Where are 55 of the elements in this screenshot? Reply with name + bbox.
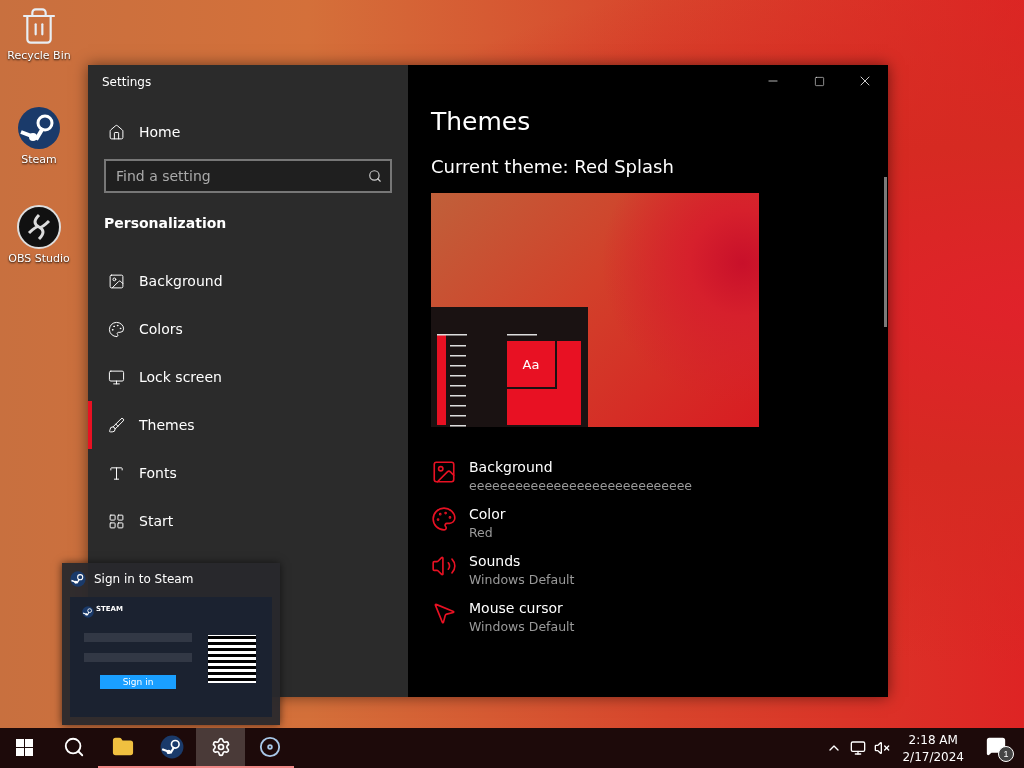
sign-in-button: Sign in xyxy=(100,675,176,689)
setting-link[interactable]: Sounds xyxy=(469,553,575,569)
maximize-icon xyxy=(813,75,825,87)
picture-icon xyxy=(431,459,457,485)
notification-button[interactable]: 1 xyxy=(984,734,1014,762)
theme-preview[interactable]: Aa xyxy=(431,193,759,427)
brush-icon xyxy=(108,416,125,434)
steam-logo-icon xyxy=(159,735,184,759)
window-title: Settings xyxy=(101,74,153,91)
monitor-icon xyxy=(108,368,125,386)
setting-link[interactable]: Color xyxy=(469,506,506,522)
disc-icon xyxy=(258,736,281,758)
home-nav-item[interactable]: Home xyxy=(88,111,408,153)
notification-count: 1 xyxy=(998,746,1014,762)
desktop-icon-label[interactable]: OBS Studio xyxy=(8,252,70,265)
steam-logo-icon xyxy=(70,571,86,587)
steam-logo-icon xyxy=(17,106,61,150)
palette-icon xyxy=(108,320,125,338)
section-heading: Personalization xyxy=(103,214,228,233)
desktop-icon-label[interactable]: Steam xyxy=(21,153,57,166)
gear-icon xyxy=(210,737,231,757)
current-theme-heading: Current theme: Red Splash xyxy=(431,156,675,177)
search-input[interactable]: Find a setting xyxy=(114,167,368,185)
setting-value: Windows Default xyxy=(469,572,575,587)
setting-value: eeeeeeeeeeeeeeeeeeeeeeeeeeeee xyxy=(469,478,693,493)
preview-title: Sign in to Steam xyxy=(94,572,194,586)
page-title: Themes xyxy=(431,107,532,136)
sidebar-item[interactable]: Start xyxy=(88,497,408,545)
desktop-icon-label[interactable]: Recycle Bin xyxy=(7,49,71,62)
picture-icon xyxy=(108,272,125,290)
network-icon[interactable] xyxy=(850,740,867,756)
home-icon xyxy=(108,123,125,141)
clock[interactable]: 2:18 AM 2/17/2024 xyxy=(898,732,968,764)
search-icon xyxy=(368,169,382,183)
steam-logo-icon xyxy=(82,606,94,618)
tile-label: Aa xyxy=(507,341,555,387)
setting-link[interactable]: Background xyxy=(469,459,693,475)
sidebar-item[interactable]: Colors xyxy=(88,305,408,353)
grid-icon xyxy=(108,512,125,530)
sidebar-item[interactable]: Background xyxy=(88,257,408,305)
sidebar-item[interactable]: Lock screen xyxy=(88,353,408,401)
setting-value: Windows Default xyxy=(469,619,575,634)
obs-logo-icon xyxy=(17,205,61,249)
folder-icon xyxy=(111,736,134,758)
windows-logo-icon xyxy=(16,738,33,756)
setting-link[interactable]: Mouse cursor xyxy=(469,600,575,616)
scrollbar[interactable] xyxy=(884,177,887,327)
search-field[interactable]: Find a setting xyxy=(104,159,392,193)
font-icon xyxy=(108,464,125,482)
taskbar-button[interactable] xyxy=(196,728,245,768)
palette-icon xyxy=(431,506,457,532)
sidebar-item[interactable]: Fonts xyxy=(88,449,408,497)
muted-speaker-icon[interactable] xyxy=(874,740,891,756)
setting-value: Red xyxy=(469,525,494,540)
search-icon xyxy=(62,736,85,758)
